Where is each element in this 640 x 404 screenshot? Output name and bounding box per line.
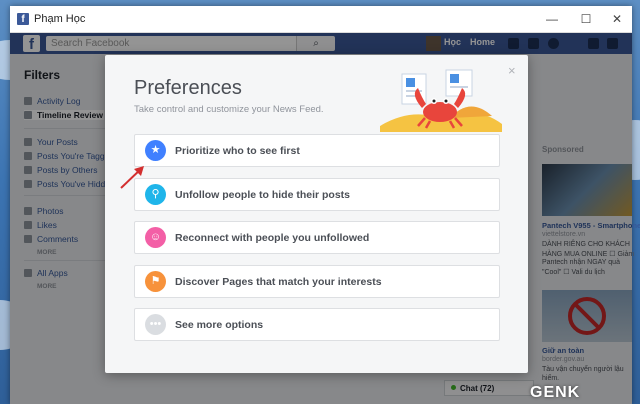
dialog-subtitle: Take control and customize your News Fee… (134, 104, 324, 115)
minimize-button[interactable]: — (537, 8, 567, 30)
title-bar: f Phạm Học — ☐ ✕ (10, 6, 632, 33)
close-button[interactable]: ✕ (602, 8, 632, 30)
option-prioritize[interactable]: ★ Prioritize who to see first (134, 134, 500, 167)
preferences-dialog: × Preferences Take control and customize… (105, 55, 528, 373)
dialog-title: Preferences (134, 77, 242, 99)
maximize-button[interactable]: ☐ (571, 8, 601, 30)
facebook-icon: f (17, 13, 29, 25)
option-label: Discover Pages that match your interests (175, 276, 382, 288)
flag-icon: ⚑ (145, 271, 166, 292)
option-label: See more options (175, 319, 264, 331)
crab-illustration-icon (380, 69, 502, 132)
watermark-logo: GENK (530, 384, 581, 401)
window-title: Phạm Học (34, 13, 86, 25)
option-unfollow[interactable]: ⚲ Unfollow people to hide their posts (134, 178, 500, 211)
option-label: Reconnect with people you unfollowed (175, 232, 370, 244)
star-icon: ★ (145, 140, 166, 161)
option-label: Prioritize who to see first (175, 145, 300, 157)
close-icon[interactable]: × (508, 63, 516, 78)
option-see-more[interactable]: ••• See more options (134, 308, 500, 341)
option-reconnect[interactable]: ☺ Reconnect with people you unfollowed (134, 221, 500, 254)
smile-icon: ☺ (145, 227, 166, 248)
option-discover-pages[interactable]: ⚑ Discover Pages that match your interes… (134, 265, 500, 298)
option-label: Unfollow people to hide their posts (175, 189, 350, 201)
search-icon: ⚲ (145, 184, 166, 205)
more-icon: ••• (145, 314, 166, 335)
red-arrow-annotation-icon (120, 166, 144, 189)
